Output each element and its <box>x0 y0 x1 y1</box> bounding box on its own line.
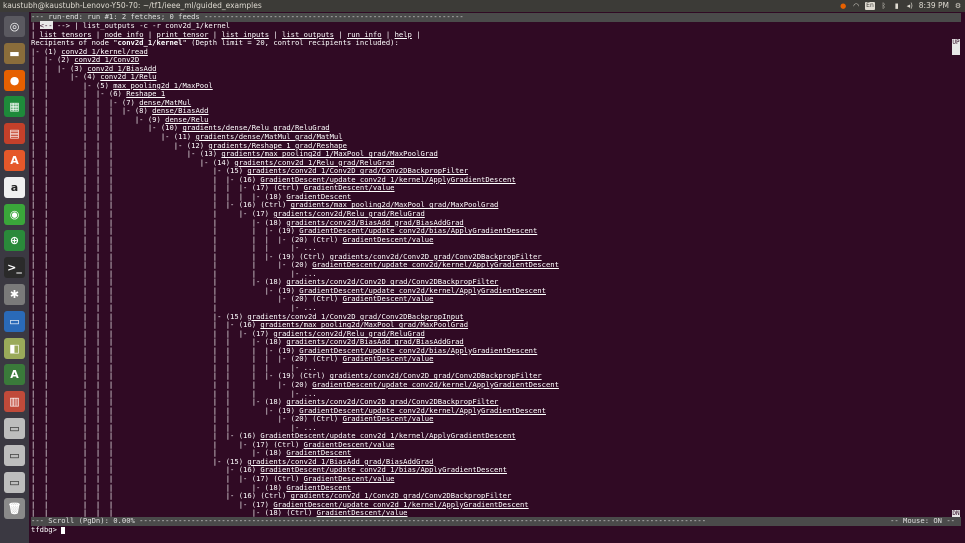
chrome-tray-icon[interactable]: ● <box>839 2 847 10</box>
calendar-icon[interactable]: ▥ <box>4 391 25 413</box>
amazon-icon[interactable]: a <box>4 176 25 198</box>
tree-node-link[interactable]: GradientDescent/value <box>343 414 434 423</box>
launcher: ◎ ▬ ● ▦ ▤ Aa ◉ ⊕ >_ ✱ ▭ ◧ A ▥ ▭ ▭ ▭ 🗑 <box>0 12 29 543</box>
text-cursor <box>61 526 66 534</box>
drive-1-icon[interactable]: ▭ <box>4 418 25 439</box>
software-updater-icon[interactable]: A <box>4 364 25 386</box>
network-icon[interactable]: ⊕ <box>4 230 25 252</box>
terminal-icon[interactable]: >_ <box>4 257 25 279</box>
keyboard-layout-indicator[interactable]: En <box>865 2 875 10</box>
volume-icon[interactable]: ◂) <box>906 2 914 10</box>
tree-node-link[interactable]: GradientDescent/value <box>343 354 434 364</box>
files-icon[interactable]: ▬ <box>4 42 25 64</box>
mouse-status[interactable]: -- Mouse: ON -- <box>890 516 955 526</box>
drive-2-icon[interactable]: ▭ <box>4 444 25 466</box>
battery-icon[interactable]: ▮ <box>893 2 901 10</box>
libreoffice-calc-icon[interactable]: ▦ <box>4 96 25 118</box>
chrome-icon[interactable]: ◉ <box>4 203 25 225</box>
libreoffice-impress-icon[interactable]: ▤ <box>4 123 25 145</box>
wifi-icon[interactable]: ◠ <box>852 2 860 10</box>
dash-icon[interactable]: ◎ <box>4 16 25 37</box>
tree-node-link[interactable]: GradientDescent/value <box>343 235 434 244</box>
trash-icon[interactable]: 🗑 <box>4 498 25 520</box>
image-viewer-icon[interactable]: ◧ <box>4 337 25 359</box>
firefox-icon[interactable]: ● <box>4 69 25 91</box>
software-center-icon[interactable]: A <box>4 150 25 171</box>
document-viewer-icon[interactable]: ▭ <box>4 310 25 332</box>
tree-node-link[interactable]: GradientDescent/update_conv2d/kernel/App… <box>312 380 559 389</box>
window-title: kaustubh@kaustubh-Lenovo-Y50-70: ~/tf1/i… <box>3 1 262 10</box>
top-panel: kaustubh@kaustubh-Lenovo-Y50-70: ~/tf1/i… <box>0 0 965 12</box>
system-tray: ● ◠ En ᛒ ▮ ◂) 8:39 PM ⚙ <box>839 0 962 12</box>
scroll-status: --- Scroll (PgDn): 0.00% ---------------… <box>31 516 707 525</box>
bluetooth-icon[interactable]: ᛒ <box>880 2 888 10</box>
scroll-up-button[interactable]: UP <box>952 39 960 55</box>
drive-3-icon[interactable]: ▭ <box>4 471 25 493</box>
tree-node-link[interactable]: GradientDescent/update_conv2d/kernel/App… <box>312 260 559 269</box>
settings-gear-icon[interactable]: ⚙ <box>954 2 962 10</box>
tree-node-link[interactable]: GradientDescent/value <box>343 294 434 304</box>
scroll-status-bar: --- Scroll (PgDn): 0.00% ---------------… <box>31 516 961 526</box>
system-settings-icon[interactable]: ✱ <box>4 284 25 305</box>
clock[interactable]: 8:39 PM <box>919 0 949 12</box>
command-prompt[interactable]: tfdbg> <box>31 525 66 535</box>
terminal-window[interactable]: --- run-end: run #1: 2 fetches; 0 feeds … <box>29 12 965 543</box>
